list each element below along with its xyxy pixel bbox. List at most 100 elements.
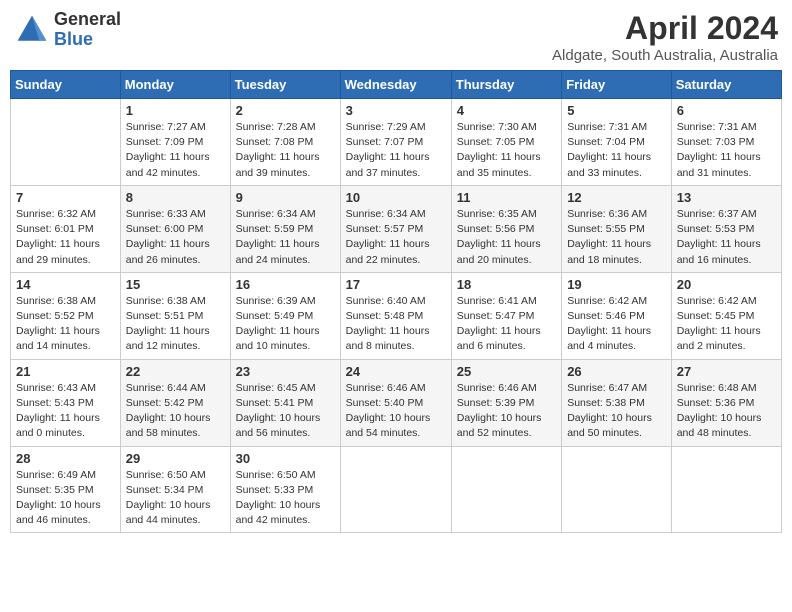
day-number: 25 <box>457 364 556 379</box>
calendar-cell: 7 Sunrise: 6:32 AMSunset: 6:01 PMDaylight… <box>11 185 121 272</box>
day-number: 20 <box>677 277 776 292</box>
day-number: 28 <box>16 451 115 466</box>
calendar-cell: 11Sunrise: 6:35 AMSunset: 5:56 PMDayligh… <box>451 185 561 272</box>
calendar-cell: 21Sunrise: 6:43 AMSunset: 5:43 PMDayligh… <box>11 359 121 446</box>
week-row-4: 21Sunrise: 6:43 AMSunset: 5:43 PMDayligh… <box>11 359 782 446</box>
day-number: 30 <box>236 451 335 466</box>
day-header-sunday: Sunday <box>11 71 121 99</box>
day-info: Sunrise: 7:28 AMSunset: 7:08 PMDaylight:… <box>236 120 335 181</box>
calendar-cell: 20 Sunrise: 6:42 AMSunset: 5:45 PMDayligh… <box>671 272 781 359</box>
calendar-cell: 4 Sunrise: 7:30 AMSunset: 7:05 PMDaylight… <box>451 99 561 186</box>
logo-blue-text: Blue <box>54 30 121 50</box>
calendar-cell: 15Sunrise: 6:38 AMSunset: 5:51 PMDayligh… <box>120 272 230 359</box>
day-info: Sunrise: 6:44 AMSunset: 5:42 PMDaylight:… <box>126 381 225 442</box>
calendar-cell: 28 Sunrise: 6:49 AMSunset: 5:35 PMDayligh… <box>11 446 121 533</box>
day-number: 14 <box>16 277 115 292</box>
day-number: 6 <box>677 103 776 118</box>
day-header-thursday: Thursday <box>451 71 561 99</box>
calendar-cell: 24Sunrise: 6:46 AMSunset: 5:40 PMDayligh… <box>340 359 451 446</box>
day-info: Sunrise: 6:47 AMSunset: 5:38 PMDaylight:… <box>567 381 666 442</box>
calendar-cell: 18Sunrise: 6:41 AMSunset: 5:47 PMDayligh… <box>451 272 561 359</box>
day-number: 22 <box>126 364 225 379</box>
day-header-monday: Monday <box>120 71 230 99</box>
calendar-cell: 12 Sunrise: 6:36 AMSunset: 5:55 PMDayligh… <box>562 185 672 272</box>
calendar-cell <box>562 446 672 533</box>
day-info: Sunrise: 6:38 AMSunset: 5:52 PMDaylight:… <box>16 294 115 355</box>
day-number: 18 <box>457 277 556 292</box>
calendar-cell <box>671 446 781 533</box>
day-number: 29 <box>126 451 225 466</box>
week-row-1: 1Sunrise: 7:27 AMSunset: 7:09 PMDaylight… <box>11 99 782 186</box>
calendar-cell: 10Sunrise: 6:34 AMSunset: 5:57 PMDayligh… <box>340 185 451 272</box>
day-info: Sunrise: 6:42 AMSunset: 5:45 PMDaylight:… <box>677 294 776 355</box>
calendar-cell <box>340 446 451 533</box>
day-info: Sunrise: 6:39 AMSunset: 5:49 PMDaylight:… <box>236 294 335 355</box>
day-number: 4 <box>457 103 556 118</box>
day-number: 1 <box>126 103 225 118</box>
week-row-5: 28 Sunrise: 6:49 AMSunset: 5:35 PMDayligh… <box>11 446 782 533</box>
day-info: Sunrise: 6:34 AMSunset: 5:57 PMDaylight:… <box>346 207 446 268</box>
calendar-cell: 19 Sunrise: 6:42 AMSunset: 5:46 PMDayligh… <box>562 272 672 359</box>
day-info: Sunrise: 6:34 AMSunset: 5:59 PMDaylight:… <box>236 207 335 268</box>
location: Aldgate, South Australia, Australia <box>552 47 778 64</box>
logo-icon <box>14 12 50 48</box>
calendar-cell: 2 Sunrise: 7:28 AMSunset: 7:08 PMDaylight… <box>230 99 340 186</box>
week-row-2: 7 Sunrise: 6:32 AMSunset: 6:01 PMDaylight… <box>11 185 782 272</box>
calendar-cell: 5 Sunrise: 7:31 AMSunset: 7:04 PMDaylight… <box>562 99 672 186</box>
calendar-cell: 13 Sunrise: 6:37 AMSunset: 5:53 PMDayligh… <box>671 185 781 272</box>
calendar-cell: 29 Sunrise: 6:50 AMSunset: 5:34 PMDayligh… <box>120 446 230 533</box>
days-header-row: SundayMondayTuesdayWednesdayThursdayFrid… <box>11 71 782 99</box>
calendar-cell: 14 Sunrise: 6:38 AMSunset: 5:52 PMDayligh… <box>11 272 121 359</box>
month-title: April 2024 <box>552 10 778 47</box>
day-number: 17 <box>346 277 446 292</box>
calendar-cell: 9 Sunrise: 6:34 AMSunset: 5:59 PMDaylight… <box>230 185 340 272</box>
day-number: 27 <box>677 364 776 379</box>
day-info: Sunrise: 6:45 AMSunset: 5:41 PMDaylight:… <box>236 381 335 442</box>
calendar-cell: 26 Sunrise: 6:47 AMSunset: 5:38 PMDayligh… <box>562 359 672 446</box>
day-number: 3 <box>346 103 446 118</box>
day-header-saturday: Saturday <box>671 71 781 99</box>
day-number: 23 <box>236 364 335 379</box>
day-info: Sunrise: 7:31 AMSunset: 7:04 PMDaylight:… <box>567 120 666 181</box>
day-info: Sunrise: 6:36 AMSunset: 5:55 PMDaylight:… <box>567 207 666 268</box>
calendar-table: SundayMondayTuesdayWednesdayThursdayFrid… <box>10 70 782 533</box>
day-info: Sunrise: 6:42 AMSunset: 5:46 PMDaylight:… <box>567 294 666 355</box>
day-info: Sunrise: 6:50 AMSunset: 5:34 PMDaylight:… <box>126 468 225 529</box>
day-number: 24 <box>346 364 446 379</box>
day-number: 16 <box>236 277 335 292</box>
calendar-cell <box>11 99 121 186</box>
day-number: 12 <box>567 190 666 205</box>
calendar-cell: 30 Sunrise: 6:50 AMSunset: 5:33 PMDayligh… <box>230 446 340 533</box>
logo-general-text: General <box>54 10 121 30</box>
day-number: 11 <box>457 190 556 205</box>
day-info: Sunrise: 6:46 AMSunset: 5:39 PMDaylight:… <box>457 381 556 442</box>
day-number: 9 <box>236 190 335 205</box>
calendar-cell: 25 Sunrise: 6:46 AMSunset: 5:39 PMDayligh… <box>451 359 561 446</box>
day-header-friday: Friday <box>562 71 672 99</box>
day-header-wednesday: Wednesday <box>340 71 451 99</box>
day-number: 2 <box>236 103 335 118</box>
calendar-cell: 27Sunrise: 6:48 AMSunset: 5:36 PMDayligh… <box>671 359 781 446</box>
day-number: 5 <box>567 103 666 118</box>
day-header-tuesday: Tuesday <box>230 71 340 99</box>
page-header: General Blue April 2024 Aldgate, South A… <box>10 10 782 64</box>
day-info: Sunrise: 6:32 AMSunset: 6:01 PMDaylight:… <box>16 207 115 268</box>
day-info: Sunrise: 6:50 AMSunset: 5:33 PMDaylight:… <box>236 468 335 529</box>
day-number: 7 <box>16 190 115 205</box>
day-number: 19 <box>567 277 666 292</box>
calendar-cell: 8Sunrise: 6:33 AMSunset: 6:00 PMDaylight… <box>120 185 230 272</box>
day-number: 13 <box>677 190 776 205</box>
day-info: Sunrise: 6:37 AMSunset: 5:53 PMDaylight:… <box>677 207 776 268</box>
day-info: Sunrise: 7:29 AMSunset: 7:07 PMDaylight:… <box>346 120 446 181</box>
calendar-cell: 1Sunrise: 7:27 AMSunset: 7:09 PMDaylight… <box>120 99 230 186</box>
day-number: 8 <box>126 190 225 205</box>
day-number: 26 <box>567 364 666 379</box>
day-info: Sunrise: 6:38 AMSunset: 5:51 PMDaylight:… <box>126 294 225 355</box>
calendar-cell: 17Sunrise: 6:40 AMSunset: 5:48 PMDayligh… <box>340 272 451 359</box>
title-section: April 2024 Aldgate, South Australia, Aus… <box>552 10 778 64</box>
logo: General Blue <box>14 10 121 50</box>
day-info: Sunrise: 7:30 AMSunset: 7:05 PMDaylight:… <box>457 120 556 181</box>
calendar-cell: 6 Sunrise: 7:31 AMSunset: 7:03 PMDaylight… <box>671 99 781 186</box>
day-info: Sunrise: 6:49 AMSunset: 5:35 PMDaylight:… <box>16 468 115 529</box>
day-info: Sunrise: 7:31 AMSunset: 7:03 PMDaylight:… <box>677 120 776 181</box>
